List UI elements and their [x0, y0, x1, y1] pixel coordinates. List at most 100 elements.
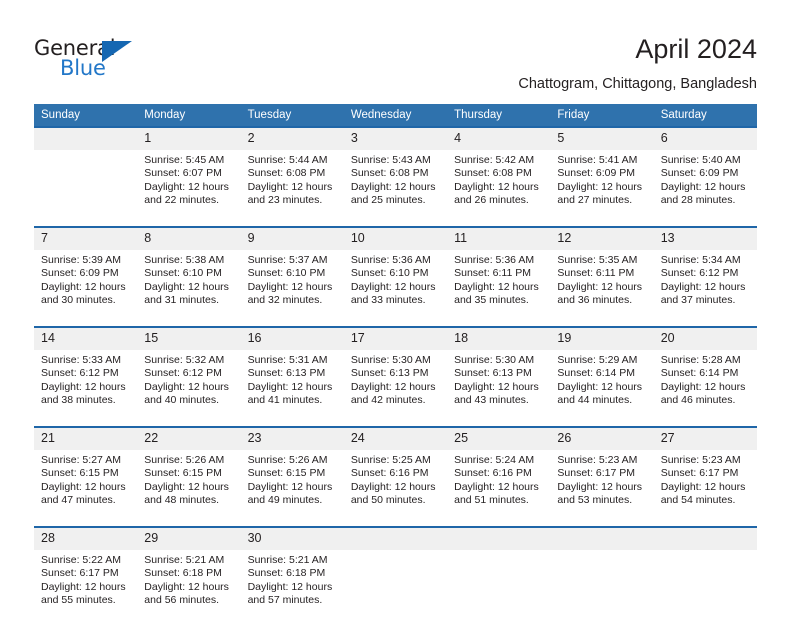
day-detail-line: Sunset: 6:11 PM — [454, 267, 531, 280]
day-number-cell — [550, 528, 654, 550]
day-detail-line: and 56 minutes. — [144, 594, 219, 607]
day-detail-line: Sunrise: 5:39 AM — [41, 254, 121, 266]
day-number-cell[interactable]: 12 — [550, 228, 654, 250]
day-empty-cell — [34, 150, 137, 226]
day-number-cell[interactable]: 21 — [34, 428, 138, 450]
page-subtitle-location: Chattogram, Chittagong, Bangladesh — [518, 76, 757, 92]
day-detail-line: Sunrise: 5:43 AM — [350, 154, 431, 166]
day-number-cell[interactable]: 27 — [653, 428, 757, 450]
weekday-header-saturday: Saturday — [653, 104, 757, 126]
day-detail-cell: Sunrise: 5:44 AM Sunset: 6:08 PM Daylight:… — [241, 150, 344, 226]
day-number-cell[interactable]: 5 — [550, 128, 654, 150]
day-number-row: 123456 — [34, 128, 757, 150]
day-detail-line: Sunrise: 5:25 AM — [350, 454, 431, 466]
day-detail-line: Sunset: 6:17 PM — [557, 467, 636, 480]
day-detail-line: Daylight: 12 hours — [454, 380, 539, 393]
day-detail-line: Daylight: 12 hours — [247, 180, 333, 193]
day-detail-line: Sunrise: 5:22 AM — [41, 554, 121, 566]
day-detail-line: Sunset: 6:07 PM — [144, 167, 222, 180]
day-detail-line: and 57 minutes. — [247, 594, 323, 607]
day-number-cell[interactable]: 17 — [343, 328, 448, 350]
day-empty-cell — [344, 550, 447, 626]
day-detail-cell: Sunrise: 5:31 AM Sunset: 6:13 PM Daylight:… — [241, 350, 344, 426]
day-empty-cell — [447, 550, 550, 626]
day-number-cell[interactable]: 24 — [343, 428, 448, 450]
day-number-cell[interactable]: 3 — [343, 128, 448, 150]
day-detail-line: Sunrise: 5:40 AM — [660, 154, 741, 166]
day-detail-line: Sunset: 6:09 PM — [660, 167, 739, 180]
day-detail-line: Sunrise: 5:23 AM — [557, 454, 638, 466]
day-number-cell[interactable]: 19 — [550, 328, 654, 350]
day-detail-cell: Sunrise: 5:30 AM Sunset: 6:13 PM Daylight:… — [344, 350, 447, 426]
day-detail-cell: Sunrise: 5:28 AM Sunset: 6:14 PM Daylight:… — [654, 350, 757, 426]
day-detail-line: Sunset: 6:12 PM — [41, 367, 119, 380]
day-detail-cell: Sunrise: 5:36 AM Sunset: 6:11 PM Daylight:… — [447, 250, 550, 326]
day-detail-line: and 28 minutes. — [660, 194, 736, 207]
day-detail-line: Sunset: 6:16 PM — [454, 467, 532, 480]
day-detail-line: Sunset: 6:16 PM — [350, 467, 429, 480]
weekday-header-wednesday: Wednesday — [343, 104, 448, 126]
day-number-cell[interactable]: 8 — [137, 228, 241, 250]
day-detail-line: Sunrise: 5:27 AM — [41, 454, 121, 466]
day-number-cell[interactable]: 15 — [137, 328, 241, 350]
day-number-cell — [343, 528, 448, 550]
day-detail-line: Daylight: 12 hours — [350, 180, 436, 193]
day-detail-line: Sunrise: 5:37 AM — [247, 254, 328, 266]
day-detail-line: and 47 minutes. — [41, 494, 116, 507]
day-number-cell[interactable]: 28 — [34, 528, 138, 550]
day-detail-line: Daylight: 12 hours — [144, 380, 229, 393]
day-detail-line: and 25 minutes. — [350, 194, 426, 207]
day-number-cell — [653, 528, 757, 550]
day-detail-line: and 42 minutes. — [350, 394, 426, 407]
day-detail-line: Daylight: 12 hours — [454, 480, 539, 493]
day-detail-line: Sunrise: 5:30 AM — [350, 354, 431, 366]
day-number-cell[interactable]: 29 — [137, 528, 241, 550]
day-number-cell[interactable]: 13 — [653, 228, 757, 250]
day-number-cell[interactable]: 7 — [34, 228, 138, 250]
day-detail-line: Sunset: 6:13 PM — [454, 367, 532, 380]
day-detail-line: and 31 minutes. — [144, 294, 219, 307]
day-detail-line: and 51 minutes. — [454, 494, 529, 507]
day-detail-line: Sunrise: 5:21 AM — [144, 554, 225, 566]
day-number-cell[interactable]: 22 — [137, 428, 241, 450]
day-detail-line: Daylight: 12 hours — [557, 480, 643, 493]
day-number-cell — [34, 128, 138, 150]
day-detail-line: and 46 minutes. — [660, 394, 736, 407]
day-number-cell[interactable]: 14 — [34, 328, 138, 350]
day-number-cell[interactable]: 10 — [343, 228, 448, 250]
day-detail-cell: Sunrise: 5:23 AM Sunset: 6:17 PM Daylight:… — [654, 450, 757, 526]
day-number-cell[interactable]: 2 — [240, 128, 344, 150]
day-detail-cell: Sunrise: 5:23 AM Sunset: 6:17 PM Daylight:… — [550, 450, 653, 526]
day-detail-line: Daylight: 12 hours — [557, 380, 643, 393]
day-number-cell[interactable]: 9 — [240, 228, 344, 250]
day-detail-line: Daylight: 12 hours — [454, 280, 539, 293]
weekday-header-thursday: Thursday — [447, 104, 551, 126]
day-number-cell[interactable]: 4 — [447, 128, 551, 150]
day-detail-cell: Sunrise: 5:43 AM Sunset: 6:08 PM Daylight:… — [344, 150, 447, 226]
day-detail-cell: Sunrise: 5:24 AM Sunset: 6:16 PM Daylight:… — [447, 450, 550, 526]
day-detail-line: Daylight: 12 hours — [247, 580, 333, 593]
day-detail-line: Sunset: 6:15 PM — [144, 467, 222, 480]
day-detail-line: Daylight: 12 hours — [247, 380, 333, 393]
day-detail-line: Sunset: 6:18 PM — [247, 567, 326, 580]
day-number-cell[interactable]: 16 — [240, 328, 344, 350]
day-detail-line: and 43 minutes. — [454, 394, 529, 407]
day-number-cell[interactable]: 26 — [550, 428, 654, 450]
day-detail-line: Sunrise: 5:35 AM — [557, 254, 638, 266]
day-detail-cell: Sunrise: 5:32 AM Sunset: 6:12 PM Daylight:… — [137, 350, 240, 426]
day-detail-line: Sunrise: 5:32 AM — [144, 354, 225, 366]
day-number-cell[interactable]: 20 — [653, 328, 757, 350]
day-detail-row: Sunrise: 5:33 AM Sunset: 6:12 PM Daylight:… — [34, 350, 757, 426]
day-detail-line: and 23 minutes. — [247, 194, 323, 207]
day-number-cell[interactable]: 25 — [447, 428, 551, 450]
day-detail-line: and 27 minutes. — [557, 194, 633, 207]
day-number-cell[interactable]: 1 — [137, 128, 241, 150]
day-number-cell[interactable]: 18 — [447, 328, 551, 350]
day-number-cell[interactable]: 30 — [240, 528, 344, 550]
day-detail-cell: Sunrise: 5:29 AM Sunset: 6:14 PM Daylight:… — [550, 350, 653, 426]
day-detail-line: and 53 minutes. — [557, 494, 633, 507]
day-number-cell[interactable]: 11 — [447, 228, 551, 250]
day-number-cell[interactable]: 23 — [240, 428, 344, 450]
day-detail-line: Sunrise: 5:36 AM — [350, 254, 431, 266]
day-number-cell[interactable]: 6 — [653, 128, 757, 150]
